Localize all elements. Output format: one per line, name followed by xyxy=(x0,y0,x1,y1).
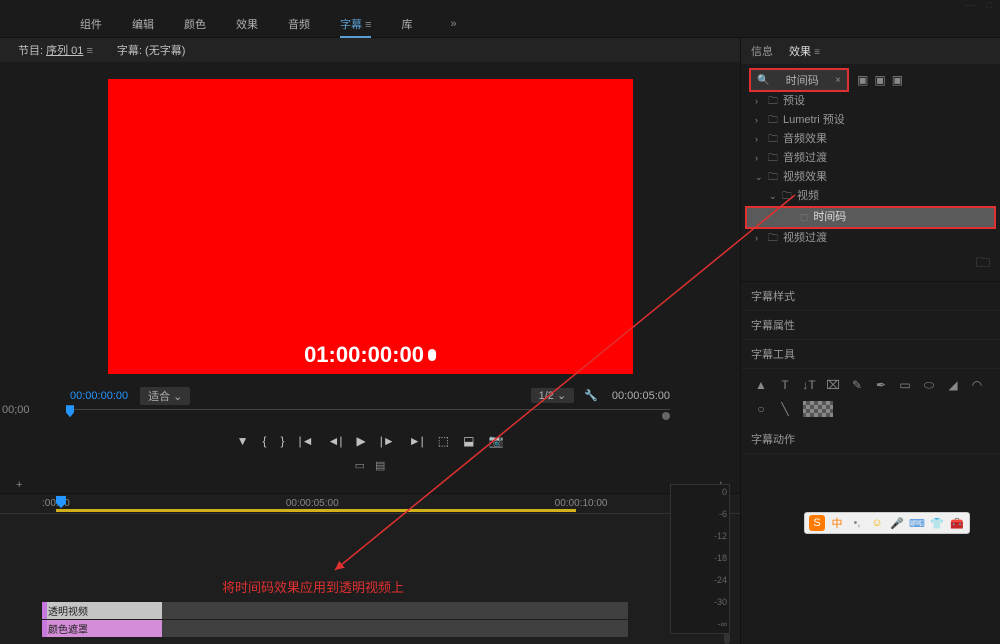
annotation-text: 将时间码效果应用到透明视频上 xyxy=(222,577,404,596)
program-scrubber[interactable] xyxy=(66,409,670,428)
pen-tool-icon[interactable]: ✎ xyxy=(847,375,867,395)
clip-label: 透明视频 xyxy=(42,603,88,618)
minimize-icon[interactable]: — xyxy=(966,0,975,10)
export-frame-button[interactable]: 📷 xyxy=(488,434,503,448)
effects-tree: ›🗀预设›🗀Lumetri 预设›🗀音频效果›🗀音频过渡⌄🗀视频效果⌄🗀视频◻时… xyxy=(741,92,1000,252)
work-area-bar[interactable] xyxy=(56,509,576,512)
search-value: 时间码 xyxy=(786,72,819,88)
maximize-icon[interactable]: □ xyxy=(987,0,992,10)
step-back-button[interactable]: ◄| xyxy=(328,434,343,448)
clip-label: 颜色遮罩 xyxy=(42,621,88,636)
secondary-controls: ▭ ▤ xyxy=(0,454,740,477)
ime-logo-icon: S xyxy=(809,515,825,531)
ime-lang-button[interactable]: 中 xyxy=(829,515,845,531)
window-controls: — □ xyxy=(0,0,1000,10)
go-to-out-button[interactable]: ►| xyxy=(409,434,424,448)
ime-toolbar[interactable]: S 中 •, ☺ 🎤 ⌨ 👕 🧰 xyxy=(804,512,970,534)
duration-timecode: 00:00:05:00 xyxy=(612,390,670,402)
tab-effects-panel[interactable]: 效果 ≡ xyxy=(789,43,820,59)
rounded-rect-icon[interactable]: ⬭ xyxy=(919,375,939,395)
right-panel-tabs: 信息 效果 ≡ xyxy=(741,38,1000,64)
ruler-mark: 00:00:10:00 xyxy=(555,498,608,509)
comparison-view-button[interactable]: ▭ xyxy=(355,459,365,472)
audio-meter: 0 -6 -12 -18 -24 -30 -∞ xyxy=(670,484,730,634)
playhead-timecode[interactable]: 00:00:00:00 xyxy=(70,390,128,402)
playhead-icon[interactable] xyxy=(66,405,74,417)
ime-emoji-button[interactable]: ☺ xyxy=(869,515,885,531)
program-panel-header: 节目: 序列 01 ≡ 字幕: (无字幕) xyxy=(0,38,740,62)
caption-tools-section: 字幕工具 xyxy=(741,340,1000,369)
program-tab[interactable]: 节目: 序列 01 ≡ xyxy=(10,38,101,62)
wedge-icon[interactable]: ◢ xyxy=(943,375,963,395)
search-icon: 🔍 xyxy=(757,75,769,86)
selection-tool-icon[interactable]: ▲ xyxy=(751,375,771,395)
mark-out-button[interactable]: } xyxy=(281,434,285,448)
timecode-burn-in: 01:00:00:00 xyxy=(304,342,436,368)
mark-in-button[interactable]: { xyxy=(262,434,266,448)
play-button[interactable]: ▶ xyxy=(357,434,366,448)
rectangle-icon[interactable]: ▭ xyxy=(895,375,915,395)
tab-captions[interactable]: 字幕 ≡ xyxy=(340,16,371,38)
yuv-fx-icon[interactable]: ▣ xyxy=(892,73,903,87)
arc-icon[interactable]: ◠ xyxy=(967,375,987,395)
video-track-2[interactable]: 透明视频 xyxy=(42,602,628,619)
vertical-type-icon[interactable]: ↓T xyxy=(799,375,819,395)
clear-search-button[interactable]: × xyxy=(835,75,841,86)
source-timecode-left: 00;00 xyxy=(2,404,30,416)
extract-button[interactable]: ⬓ xyxy=(463,434,474,448)
accelerated-fx-icon[interactable]: ▣ xyxy=(857,73,868,87)
ime-voice-button[interactable]: 🎤 xyxy=(889,515,905,531)
effect-tree-item[interactable]: ›🗀预设 xyxy=(749,92,992,111)
effect-tree-item[interactable]: ›🗀Lumetri 预设 xyxy=(749,111,992,130)
effect-tree-item[interactable]: ⌄🗀视频效果 xyxy=(749,168,992,187)
effect-tree-item[interactable]: ⌄🗀视频 xyxy=(749,187,992,206)
tab-color[interactable]: 颜色 xyxy=(184,16,206,32)
caption-actions-section[interactable]: 字幕动作 xyxy=(741,425,1000,454)
video-track-1[interactable]: 颜色遮罩 xyxy=(42,620,628,637)
ellipse-icon[interactable]: ○ xyxy=(751,399,771,419)
ime-skin-button[interactable]: 👕 xyxy=(929,515,945,531)
transport-controls: ▼ { } |◄ ◄| ▶ |► ►| ⬚ ⬓ 📷 xyxy=(0,428,740,454)
type-tool-icon[interactable]: T xyxy=(775,375,795,395)
go-to-in-button[interactable]: |◄ xyxy=(299,434,314,448)
tab-assembly[interactable]: 组件 xyxy=(80,16,102,32)
add-anchor-icon[interactable]: ✒ xyxy=(871,375,891,395)
effects-search-input[interactable]: 🔍 时间码 × xyxy=(749,68,849,92)
32bit-fx-icon[interactable]: ▣ xyxy=(874,73,885,87)
caption-info: 字幕: (无字幕) xyxy=(109,38,193,62)
caption-tools-row: ▲ T ↓T ⌧ ✎ ✒ ▭ ⬭ ◢ ◠ ○ ╲ xyxy=(741,369,1000,425)
line-icon[interactable]: ╲ xyxy=(775,399,795,419)
resolution-select[interactable]: 1/2 ⌄ xyxy=(531,388,575,403)
lift-button[interactable]: ⬚ xyxy=(438,434,449,448)
ime-toolbox-button[interactable]: 🧰 xyxy=(949,515,965,531)
area-type-icon[interactable]: ⌧ xyxy=(823,375,843,395)
tab-audio[interactable]: 音频 xyxy=(288,16,310,32)
safe-margins-button[interactable]: ▤ xyxy=(375,459,385,472)
caption-styles-section[interactable]: 字幕样式 xyxy=(741,282,1000,311)
step-forward-button[interactable]: |► xyxy=(380,434,395,448)
add-panel-left-button[interactable]: + xyxy=(16,479,22,491)
effect-item-selected[interactable]: ◻时间码 xyxy=(745,206,996,229)
tab-editing[interactable]: 编辑 xyxy=(132,16,154,32)
workspace-tabs: 组件 编辑 颜色 效果 音频 字幕 ≡ 库 » xyxy=(0,10,1000,38)
new-bin-button[interactable]: 🗀 xyxy=(741,252,1000,276)
ime-punct-button[interactable]: •, xyxy=(849,515,865,531)
effect-tree-item[interactable]: ›🗀视频过渡 xyxy=(749,229,992,248)
add-marker-button[interactable]: ▼ xyxy=(237,434,249,448)
tab-libraries[interactable]: 库 xyxy=(401,16,412,32)
effect-tree-item[interactable]: ›🗀音频效果 xyxy=(749,130,992,149)
tab-effects[interactable]: 效果 xyxy=(236,16,258,32)
settings-icon[interactable]: 🔧 xyxy=(584,389,598,402)
more-workspaces-icon[interactable]: » xyxy=(450,18,456,30)
ime-keyboard-button[interactable]: ⌨ xyxy=(909,515,925,531)
effect-tree-item[interactable]: ›🗀音频过渡 xyxy=(749,149,992,168)
tab-info[interactable]: 信息 xyxy=(751,43,773,59)
timeline-panel: :00:00 00:00:05:00 00:00:10:00 透明视频 颜色遮罩… xyxy=(0,493,740,644)
transparency-swatch[interactable] xyxy=(803,401,833,417)
ruler-mark: 00:00:05:00 xyxy=(286,498,339,509)
program-monitor[interactable]: 01:00:00:00 xyxy=(0,62,740,382)
zoom-fit-select[interactable]: 适合 ⌄ xyxy=(140,387,190,405)
caption-props-section[interactable]: 字幕属性 xyxy=(741,311,1000,340)
scrubber-end-handle[interactable] xyxy=(662,412,670,420)
